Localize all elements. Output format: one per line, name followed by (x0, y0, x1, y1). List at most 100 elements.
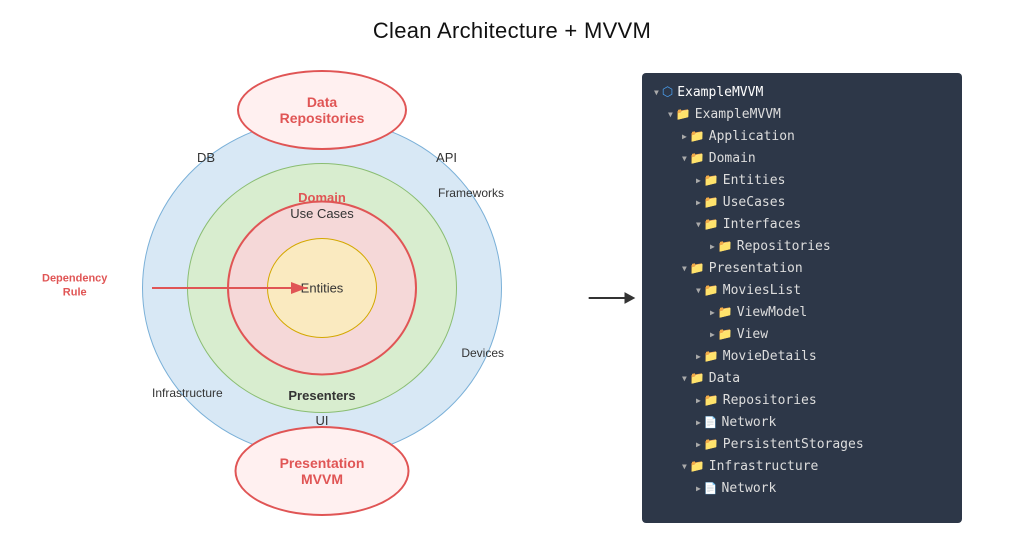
tree-item: ▼📁 Data (654, 367, 950, 389)
folder-icon: 📁 (718, 305, 733, 319)
tree-item: ▼📁 Presentation (654, 257, 950, 279)
triangle-icon: ▶ (710, 242, 715, 251)
label-usecases: Use Cases (290, 206, 354, 221)
tree-item-label: MovieDetails (723, 349, 817, 364)
label-infrastructure: Infrastructure (152, 386, 223, 400)
triangle-icon: ▶ (696, 418, 701, 427)
triangle-icon: ▼ (696, 286, 701, 295)
triangle-icon: ▼ (682, 264, 687, 273)
dependency-rule: DependencyRule (42, 272, 107, 305)
tree-item: ▼⬡ ExampleMVVM (654, 81, 950, 103)
page-title: Clean Architecture + MVVM (373, 18, 651, 44)
triangle-icon: ▼ (654, 88, 659, 97)
tree-item: ▶📁 ViewModel (654, 301, 950, 323)
folder-icon: 📁 (704, 195, 719, 209)
tree-item-label: Infrastructure (709, 459, 819, 474)
tree-item-label: Entities (723, 173, 786, 188)
tree-item: ▶📄 Network (654, 477, 950, 499)
folder-icon: 📁 (718, 327, 733, 341)
tree-item-label: Repositories (723, 393, 817, 408)
tree-item: ▶📁 Repositories (654, 389, 950, 411)
oval-data: Data Repositories (237, 70, 407, 150)
tree-item: ▶📁 PersistentStorages (654, 433, 950, 455)
tree-item-label: Interfaces (723, 217, 801, 232)
triangle-icon: ▶ (696, 396, 701, 405)
tree-item-label: ViewModel (737, 305, 807, 320)
arrow-section (582, 283, 642, 313)
folder-icon: 📁 (704, 437, 719, 451)
folder-icon: 📁 (690, 371, 705, 385)
tree-item: ▼📁 Interfaces (654, 213, 950, 235)
folder-icon: 📁 (704, 349, 719, 363)
tree-item: ▶📁 UseCases (654, 191, 950, 213)
tree-item-label: MoviesList (723, 283, 801, 298)
triangle-icon: ▼ (668, 110, 673, 119)
folder-icon: 📁 (676, 107, 691, 121)
triangle-icon: ▼ (696, 220, 701, 229)
tree-item-label: Domain (709, 151, 756, 166)
folder-icon: 📁 (704, 393, 719, 407)
triangle-icon: ▶ (696, 198, 701, 207)
tree-item-label: Network (722, 481, 777, 496)
oval-presentation-line1: Presentation (280, 455, 365, 471)
folder-icon: 📁 (690, 129, 705, 143)
label-ui: UI (316, 413, 329, 428)
tree-item-label: UseCases (723, 195, 786, 210)
xcode-icon: ⬡ (662, 85, 673, 100)
right-arrow-icon (587, 283, 637, 313)
label-domain: Domain (298, 190, 346, 205)
triangle-icon: ▶ (710, 308, 715, 317)
tree-item-label: Presentation (709, 261, 803, 276)
file-icon: 📄 (704, 416, 718, 429)
file-icon: 📄 (704, 482, 718, 495)
triangle-icon: ▼ (682, 154, 687, 163)
tree-item-label: Repositories (737, 239, 831, 254)
main-content: Data Repositories Presentation MVVM DB A… (0, 54, 1024, 542)
tree-item-label: PersistentStorages (723, 437, 864, 452)
tree-item-label: ExampleMVVM (695, 107, 781, 122)
folder-icon: 📁 (704, 283, 719, 297)
tree-item: ▼📁 Domain (654, 147, 950, 169)
triangle-icon: ▼ (682, 374, 687, 383)
tree-item-label: Network (722, 415, 777, 430)
tree-item-label: View (737, 327, 768, 342)
triangle-icon: ▼ (682, 462, 687, 471)
label-db: DB (197, 150, 215, 165)
tree-item: ▶📁 MovieDetails (654, 345, 950, 367)
tree-item: ▶📄 Network (654, 411, 950, 433)
tree-item: ▶📁 View (654, 323, 950, 345)
tree-item: ▼📁 MoviesList (654, 279, 950, 301)
triangle-icon: ▶ (710, 330, 715, 339)
triangle-icon: ▶ (696, 176, 701, 185)
label-presenters: Presenters (288, 388, 355, 403)
oval-presentation: Presentation MVVM (235, 426, 410, 516)
folder-icon: 📁 (690, 261, 705, 275)
folder-icon: 📁 (690, 459, 705, 473)
label-devices: Devices (461, 346, 504, 360)
architecture-diagram: Data Repositories Presentation MVVM DB A… (62, 78, 582, 518)
label-api: API (436, 150, 457, 165)
tree-item: ▼📁 Infrastructure (654, 455, 950, 477)
triangle-icon: ▶ (682, 132, 687, 141)
circles-container: Data Repositories Presentation MVVM DB A… (132, 98, 512, 478)
dep-rule-label: DependencyRule (42, 272, 107, 301)
triangle-icon: ▶ (696, 484, 701, 493)
tree-item-label: Application (709, 129, 795, 144)
folder-icon: 📁 (704, 173, 719, 187)
label-entities: Entities (301, 281, 344, 296)
tree-item: ▶📁 Entities (654, 169, 950, 191)
oval-data-line1: Data (307, 94, 337, 110)
oval-presentation-line2: MVVM (301, 471, 343, 487)
tree-item: ▶📁 Repositories (654, 235, 950, 257)
folder-icon: 📁 (718, 239, 733, 253)
tree-item-label: Data (709, 371, 740, 386)
tree-item: ▼📁 ExampleMVVM (654, 103, 950, 125)
triangle-icon: ▶ (696, 440, 701, 449)
folder-icon: 📁 (690, 151, 705, 165)
triangle-icon: ▶ (696, 352, 701, 361)
tree-item-label: ExampleMVVM (677, 85, 763, 100)
folder-icon: 📁 (704, 217, 719, 231)
label-frameworks: Frameworks (438, 186, 504, 200)
tree-item: ▶📁 Application (654, 125, 950, 147)
file-tree: ▼⬡ExampleMVVM▼📁ExampleMVVM▶📁Application▼… (642, 73, 962, 523)
